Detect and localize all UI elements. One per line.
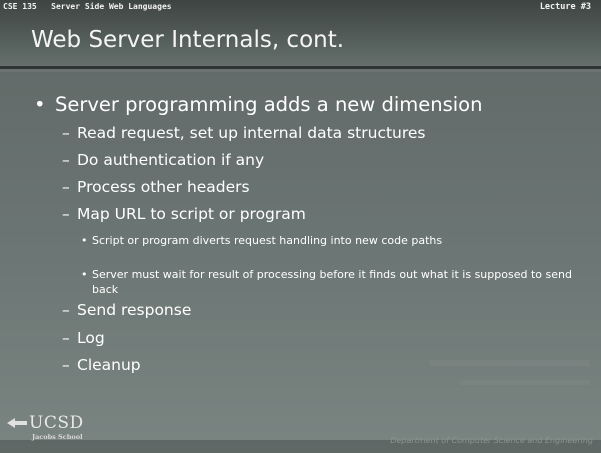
- trident-icon: [7, 418, 27, 428]
- list-item-text: Read request, set up internal data struc…: [77, 124, 426, 142]
- sub-list-item-text: Server must wait for result of processin…: [92, 268, 572, 296]
- list-item: – Process other headers: [62, 178, 250, 196]
- dash-icon: –: [62, 178, 70, 196]
- list-item-text: Do authentication if any: [77, 151, 265, 169]
- list-item-text: Cleanup: [77, 356, 141, 374]
- sub-list-item: • Server must wait for result of processi…: [81, 267, 572, 297]
- main-bullet: • Server programming adds a new dimension: [34, 93, 482, 116]
- bullet-icon: •: [34, 93, 46, 116]
- slide: CSE 135 Server Side Web Languages Lectur…: [0, 0, 601, 453]
- dash-icon: –: [62, 205, 70, 223]
- header-divider: [0, 66, 601, 69]
- list-item: – Send response: [62, 301, 191, 319]
- bullet-icon: •: [81, 268, 88, 281]
- list-item-text: Send response: [77, 301, 192, 319]
- dash-icon: –: [62, 124, 70, 142]
- dash-icon: –: [62, 151, 70, 169]
- list-item: – Cleanup: [62, 356, 141, 374]
- sub-list-item-text: Script or program diverts request handli…: [92, 234, 443, 247]
- dash-icon: –: [62, 301, 70, 319]
- department-label: Department of Computer Science and Engin…: [390, 436, 593, 445]
- bullet-icon: •: [81, 234, 88, 247]
- list-item-text: Process other headers: [77, 178, 250, 196]
- list-item: – Read request, set up internal data stru…: [62, 124, 426, 142]
- course-label: CSE 135 Server Side Web Languages: [3, 2, 172, 11]
- list-item: – Log: [62, 329, 105, 347]
- dash-icon: –: [62, 329, 70, 347]
- sub-list-item: • Script or program diverts request handl…: [81, 233, 572, 248]
- dash-icon: –: [62, 356, 70, 374]
- list-item: – Do authentication if any: [62, 151, 264, 169]
- logo-text: UCSD: [29, 413, 84, 433]
- list-item: – Map URL to script or program: [62, 205, 306, 223]
- list-item-text: Map URL to script or program: [77, 205, 306, 223]
- slide-title: Web Server Internals, cont.: [31, 27, 345, 53]
- lecture-number: Lecture #3: [539, 2, 591, 12]
- logo-subtext: Jacobs School: [32, 433, 83, 441]
- list-item-text: Log: [77, 329, 105, 347]
- ucsd-logo: UCSD Jacobs School: [6, 413, 86, 447]
- main-bullet-text: Server programming adds a new dimension: [55, 93, 483, 116]
